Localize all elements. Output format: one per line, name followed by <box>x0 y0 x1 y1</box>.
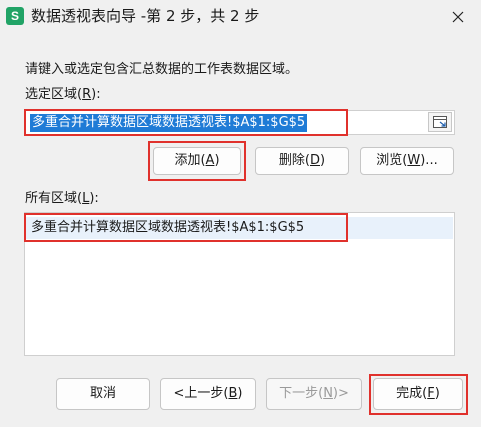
selected-range-input[interactable]: 多重合并计算数据区域数据透视表!$A$1:$G$5 <box>24 110 455 135</box>
title-bar: S 数据透视表向导 -第 2 步，共 2 步 <box>0 0 481 34</box>
instruction-text: 请键入或选定包含汇总数据的工作表数据区域。 <box>25 62 299 77</box>
all-ranges-list[interactable]: 多重合并计算数据区域数据透视表!$A$1:$G$5 <box>24 212 455 356</box>
selected-range-value: 多重合并计算数据区域数据透视表!$A$1:$G$5 <box>30 114 308 132</box>
collapse-dialog-icon <box>433 116 447 128</box>
window-title: 数据透视表向导 -第 2 步，共 2 步 <box>31 7 260 25</box>
wps-spreadsheet-icon: S <box>6 7 24 25</box>
close-icon <box>452 11 464 23</box>
back-button[interactable]: <上一步(B) <box>160 378 256 410</box>
delete-button[interactable]: 删除(D) <box>255 147 349 175</box>
list-item[interactable]: 多重合并计算数据区域数据透视表!$A$1:$G$5 <box>26 217 453 239</box>
all-ranges-label: 所有区域(L): <box>25 191 99 206</box>
browse-button[interactable]: 浏览(W)... <box>360 147 454 175</box>
list-item-text: 多重合并计算数据区域数据透视表!$A$1:$G$5 <box>31 220 305 235</box>
next-button[interactable]: 下一步(N)> <box>266 378 362 410</box>
add-button[interactable]: 添加(A) <box>153 147 241 175</box>
range-picker-button[interactable] <box>428 112 452 132</box>
selected-range-label: 选定区域(R): <box>25 87 101 102</box>
cancel-button[interactable]: 取消 <box>56 378 150 410</box>
close-button[interactable] <box>445 4 471 30</box>
finish-button[interactable]: 完成(F) <box>373 378 463 410</box>
